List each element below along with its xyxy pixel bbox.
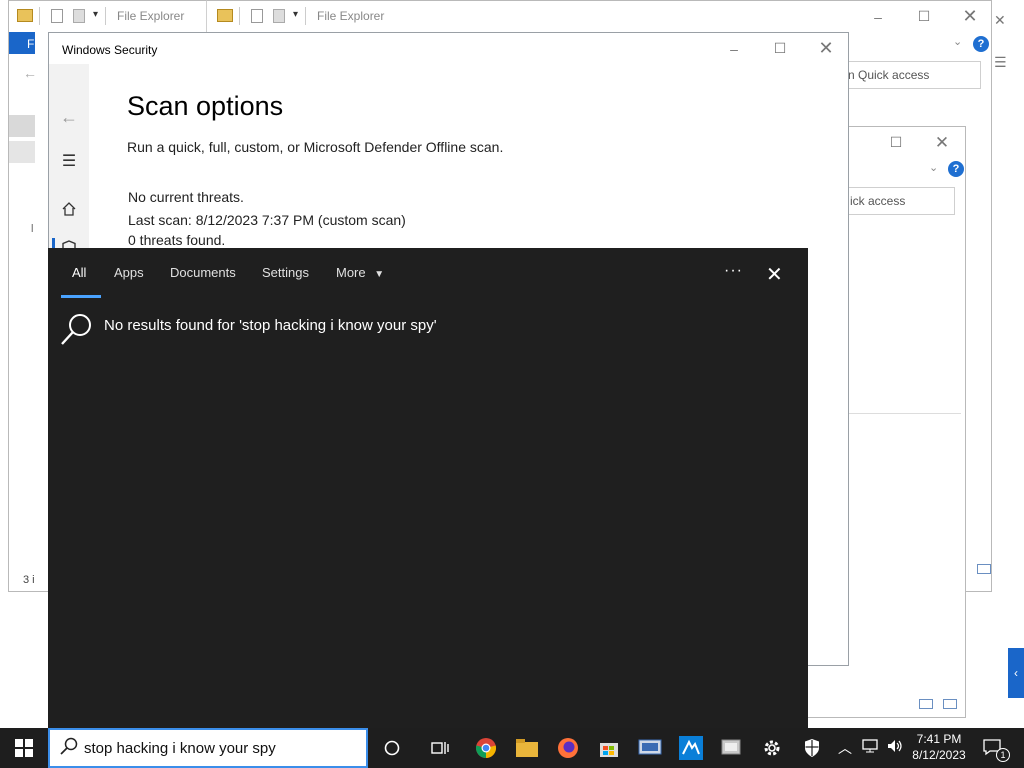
new-folder-icon[interactable] [73,9,85,23]
properties-icon[interactable] [51,9,63,23]
clock-date: 8/12/2023 [912,748,966,762]
customize-quick-access-icon[interactable]: ▾ [93,9,98,20]
settings-gear-icon[interactable] [752,728,792,768]
folder-icon [17,9,33,22]
tab-documents[interactable]: Documents [170,248,236,298]
network-icon[interactable] [862,738,880,759]
help-icon[interactable]: ? [948,161,964,177]
expand-ribbon-icon[interactable]: ⌄ [929,161,938,174]
threat-status: No current threats. [128,189,244,205]
back-arrow-icon[interactable]: ← [57,105,81,129]
taskbar-search-box[interactable] [48,728,368,768]
clock-time: 7:41 PM [916,732,962,746]
network-app-icon[interactable] [630,728,670,768]
new-folder-icon[interactable] [273,9,285,23]
minimize-button[interactable]: – [855,1,901,32]
search-input[interactable] [84,739,354,757]
titlebar: Windows Security – ☐ ✕ [49,33,848,64]
close-button[interactable]: ✕ [803,33,848,64]
cortana-icon[interactable] [372,728,412,768]
taskbar: ︿ 7:41 PM 8/12/2023 1 [0,728,1024,768]
close-icon[interactable]: ✕ [994,12,1006,29]
large-icons-view-icon[interactable] [943,699,957,709]
show-hidden-icons-chevron-icon[interactable]: ︿ [838,738,852,758]
chrome-icon[interactable] [466,728,506,768]
windows-security-icon[interactable] [792,728,832,768]
page-title: Scan options [127,91,284,121]
details-view-icon[interactable] [919,699,933,709]
tab-all[interactable]: All [72,248,86,298]
nav-pane-item[interactable] [9,141,35,163]
no-results-text: No results found for 'stop hacking i kno… [104,317,437,334]
search-flyout: All Apps Documents Settings More ▼ ··· ✕… [48,248,808,728]
address-bar[interactable]: ick access [841,187,955,215]
address-bar[interactable]: n Quick access [839,61,981,89]
side-panel-toggle[interactable]: ‹ [1008,648,1024,698]
last-scan-info: Last scan: 8/12/2023 7:37 PM (custom sca… [128,212,406,228]
folder-icon [217,9,233,22]
tab-more-label: More [336,265,366,280]
titlebar: ▾ File Explorer – ☐ ✕ [207,1,991,32]
partial-window-edge: ✕ ☰ [992,0,1024,80]
minimize-button[interactable]: – [711,33,757,64]
more-options-icon[interactable]: ··· [724,262,743,280]
search-icon [60,737,78,760]
large-icons-view-icon[interactable] [977,564,991,574]
firefox-icon[interactable] [548,728,588,768]
close-icon[interactable]: ✕ [766,262,783,287]
start-button[interactable] [4,728,44,768]
hamburger-menu-icon[interactable]: ☰ [57,149,81,173]
azure-icon[interactable] [671,728,711,768]
tab-more[interactable]: More ▼ [336,248,384,298]
search-icon [60,312,94,351]
volume-icon[interactable] [886,738,904,759]
customize-quick-access-icon[interactable]: ▾ [293,9,298,20]
home-icon[interactable] [57,197,81,221]
file-tab[interactable]: F [9,32,35,54]
clock[interactable]: 7:41 PM 8/12/2023 [904,731,974,763]
file-explorer-icon[interactable] [507,728,547,768]
menu-icon[interactable]: ☰ [994,54,1007,71]
maximize-button[interactable]: ☐ [873,127,919,158]
nav-pane-item[interactable]: l [31,223,33,235]
store-icon[interactable] [589,728,629,768]
active-tab-underline [61,295,101,298]
close-button[interactable]: ✕ [919,127,965,158]
maximize-button[interactable]: ☐ [757,33,803,64]
chevron-down-icon: ▼ [374,269,385,280]
window-title: File Explorer [317,9,385,23]
threats-found: 0 threats found. [128,232,226,248]
close-button[interactable]: ✕ [947,1,991,32]
notification-badge: 1 [996,748,1010,762]
maximize-button[interactable]: ☐ [901,1,947,32]
window-title: File Explorer [117,9,185,23]
status-bar: 3 i [23,574,35,586]
page-subtitle: Run a quick, full, custom, or Microsoft … [127,139,504,155]
tab-apps[interactable]: Apps [114,248,144,298]
server-manager-icon[interactable] [712,728,752,768]
expand-ribbon-icon[interactable]: ⌄ [953,35,962,48]
window-title: Windows Security [62,43,158,57]
properties-icon[interactable] [251,9,263,23]
help-icon[interactable]: ? [973,36,989,52]
task-view-icon[interactable] [420,728,460,768]
tab-settings[interactable]: Settings [262,248,309,298]
nav-pane-selected[interactable] [9,115,35,137]
back-arrow-icon[interactable]: ← [23,65,37,81]
